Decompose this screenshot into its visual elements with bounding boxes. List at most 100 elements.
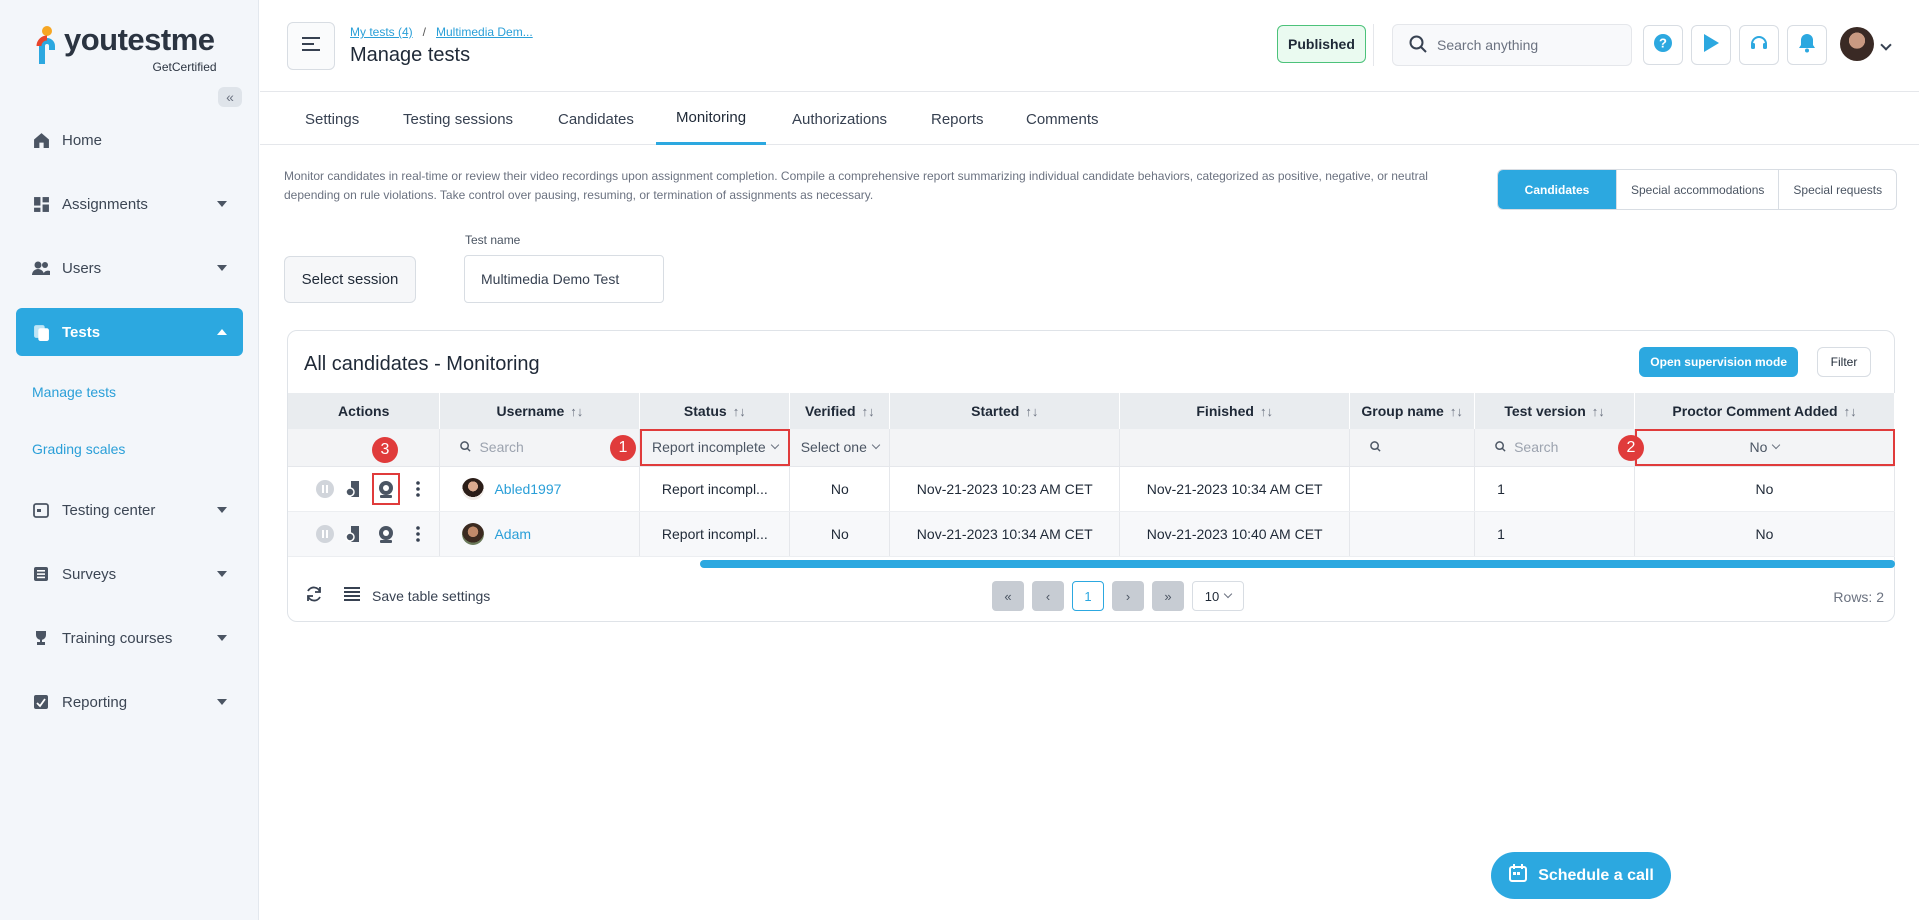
caret-down-icon	[217, 699, 227, 705]
segment-special-requests[interactable]: Special requests	[1778, 170, 1896, 209]
sidebar-item-users[interactable]: Users	[16, 244, 243, 292]
finished-filter[interactable]	[1119, 429, 1351, 467]
more-options-icon[interactable]	[407, 478, 429, 500]
sort-icon[interactable]: ↑↓	[1025, 404, 1038, 419]
sidebar-item-surveys[interactable]: Surveys	[16, 550, 243, 598]
hamburger-icon	[302, 36, 320, 56]
breadcrumb-separator: /	[422, 25, 427, 39]
sidebar-item-assignments[interactable]: Assignments	[16, 180, 243, 228]
filter-button[interactable]: Filter	[1817, 347, 1871, 377]
sidebar-item-testing-center[interactable]: Testing center	[16, 486, 243, 534]
column-verified[interactable]: Verified ↑↓	[789, 393, 891, 429]
tab-monitoring[interactable]: Monitoring	[656, 93, 767, 145]
global-search-input[interactable]: Search anything	[1392, 24, 1632, 66]
sidebar-item-label: Assignments	[62, 195, 148, 213]
sort-icon[interactable]: ↑↓	[1450, 404, 1463, 419]
group-filter[interactable]	[1349, 429, 1476, 467]
current-page-button[interactable]: 1	[1072, 581, 1104, 611]
sort-icon[interactable]: ↑↓	[1260, 404, 1273, 419]
trophy-icon	[32, 629, 50, 647]
sort-icon[interactable]: ↑↓	[733, 404, 746, 419]
chevron-down-icon	[770, 441, 779, 450]
tab-settings[interactable]: Settings	[305, 93, 359, 145]
select-session-button[interactable]: Select session	[284, 256, 416, 303]
list-icon[interactable]	[344, 587, 360, 604]
status-filter-dropdown[interactable]: Report incomplete	[639, 429, 791, 467]
save-table-settings-button[interactable]: Save table settings	[372, 588, 490, 604]
started-filter[interactable]	[889, 429, 1121, 467]
breadcrumb-my-tests[interactable]: My tests (4)	[350, 25, 413, 39]
sidebar-item-tests[interactable]: Tests	[16, 308, 243, 356]
last-page-button[interactable]: »	[1152, 581, 1184, 611]
column-proctor-comment[interactable]: Proctor Comment Added ↑↓	[1634, 393, 1895, 429]
notifications-button[interactable]	[1787, 25, 1827, 65]
user-avatar[interactable]	[1840, 27, 1874, 61]
assignments-icon	[32, 195, 50, 213]
verified-filter-dropdown[interactable]: Select one	[789, 429, 891, 467]
prev-page-button[interactable]: ‹	[1032, 581, 1064, 611]
open-supervision-mode-button[interactable]: Open supervision mode	[1639, 347, 1798, 377]
sidebar-item-reporting[interactable]: Reporting	[16, 678, 243, 726]
report-button[interactable]	[343, 478, 365, 500]
tab-comments[interactable]: Comments	[1026, 93, 1099, 145]
play-button[interactable]	[1691, 25, 1731, 65]
tab-candidates[interactable]: Candidates	[558, 93, 634, 145]
chevron-down-icon[interactable]	[1880, 39, 1892, 51]
sort-icon[interactable]: ↑↓	[1844, 404, 1857, 419]
proctor-comment-filter-dropdown[interactable]: No	[1634, 429, 1895, 467]
sidebar-item-home[interactable]: Home	[16, 116, 243, 164]
breadcrumb-test[interactable]: Multimedia Dem...	[436, 25, 533, 39]
sidebar-subitem-grading-scales[interactable]: Grading scales	[16, 429, 243, 469]
sort-icon[interactable]: ↑↓	[1592, 404, 1605, 419]
column-started[interactable]: Started ↑↓	[889, 393, 1121, 429]
table-row: Adam Report incompl... No Nov-21-2023 10…	[288, 511, 1895, 557]
play-icon	[1702, 33, 1720, 58]
caret-down-icon	[217, 265, 227, 271]
report-button[interactable]	[343, 523, 365, 545]
help-button[interactable]: ?	[1643, 25, 1683, 65]
segment-candidates[interactable]: Candidates	[1498, 170, 1616, 209]
tab-reports[interactable]: Reports	[931, 93, 984, 145]
group-cell	[1349, 466, 1476, 512]
first-page-button[interactable]: «	[992, 581, 1024, 611]
column-username[interactable]: Username ↑↓	[439, 393, 641, 429]
next-page-button[interactable]: ›	[1112, 581, 1144, 611]
sidebar-subitem-manage-tests[interactable]: Manage tests	[16, 372, 243, 412]
pause-button[interactable]	[314, 478, 336, 500]
sort-icon[interactable]: ↑↓	[862, 404, 875, 419]
search-icon	[460, 439, 479, 455]
column-test-version[interactable]: Test version ↑↓	[1474, 393, 1636, 429]
column-group-name[interactable]: Group name ↑↓	[1349, 393, 1476, 429]
tab-testing-sessions[interactable]: Testing sessions	[403, 93, 513, 145]
schedule-call-button[interactable]: Schedule a call	[1491, 852, 1671, 899]
support-button[interactable]	[1739, 25, 1779, 65]
username-cell[interactable]: Abled1997	[439, 466, 641, 512]
proctor-cell: No	[1634, 511, 1895, 557]
video-recording-button[interactable]	[372, 523, 400, 545]
column-status[interactable]: Status ↑↓	[639, 393, 791, 429]
segment-special-accommodations[interactable]: Special accommodations	[1616, 170, 1778, 209]
version-filter[interactable]: Search	[1474, 429, 1636, 467]
rows-count: Rows: 2	[1833, 589, 1884, 605]
column-finished[interactable]: Finished ↑↓	[1119, 393, 1351, 429]
menu-toggle-button[interactable]	[287, 22, 335, 70]
tabs: Settings Testing sessions Candidates Mon…	[260, 93, 1919, 145]
sidebar-item-label: Testing center	[62, 501, 156, 519]
tab-authorizations[interactable]: Authorizations	[792, 93, 887, 145]
sort-icon[interactable]: ↑↓	[570, 404, 583, 419]
collapse-sidebar-button[interactable]: «	[218, 87, 242, 107]
sidebar-item-training-courses[interactable]: Training courses	[16, 614, 243, 662]
logo-mark-icon	[34, 24, 60, 68]
pause-button[interactable]	[314, 523, 336, 545]
test-name-field[interactable]	[464, 255, 664, 303]
search-icon	[1495, 439, 1514, 455]
video-recording-button[interactable]	[372, 472, 401, 505]
page-size-select[interactable]: 10	[1192, 581, 1244, 611]
horizontal-scrollbar[interactable]	[700, 560, 1895, 568]
username-cell[interactable]: Adam	[439, 511, 641, 557]
more-options-icon[interactable]	[407, 523, 429, 545]
refresh-icon[interactable]	[304, 584, 324, 607]
bell-icon	[1798, 33, 1816, 58]
column-actions: Actions	[288, 393, 441, 429]
headset-icon	[1749, 33, 1769, 58]
